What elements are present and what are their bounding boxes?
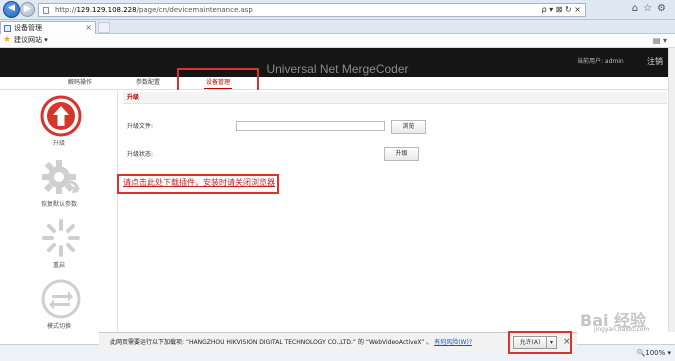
gear-reset-icon [42, 160, 80, 194]
upgrade-arrow-icon [40, 95, 82, 137]
page-menu-button[interactable]: ▤ ▾ [653, 34, 667, 47]
tab-close-icon[interactable]: × [85, 22, 92, 33]
upgrade-button[interactable]: 升级 [384, 147, 419, 161]
restart-spinner-icon [42, 219, 80, 257]
sidebar-item-label: 重启 [52, 262, 65, 269]
sidebar-item-mode-switch[interactable]: 模式切换 [0, 278, 118, 338]
menu-decode-operation[interactable]: 解码操作 [68, 77, 92, 89]
url-text: http://129.129.108.228/page/cn/devicemai… [55, 6, 253, 14]
logout-link[interactable]: 注销 [647, 57, 663, 67]
tab-device-management[interactable]: 设备管理 × [0, 21, 96, 34]
highlight-box-allow [508, 331, 572, 354]
favorites-star-icon[interactable]: ★ [3, 34, 11, 47]
url-field[interactable]: http://129.129.108.228/page/cn/devicemai… [38, 3, 586, 17]
upgrade-file-label: 升级文件: [127, 123, 154, 130]
page-scrollbar[interactable] [668, 48, 675, 332]
sidebar-item-label: 升级 [52, 140, 65, 147]
back-button[interactable]: ◀ [3, 1, 20, 18]
watermark-sub: jingyan.baidu.com [594, 326, 650, 333]
highlight-box-download [117, 174, 279, 194]
menu-parameter-config[interactable]: 参数配置 [136, 77, 160, 89]
sidebar-item-upgrade[interactable]: 升级 [0, 95, 118, 155]
top-menu: 解码操作 参数配置 设备管理 [0, 77, 675, 90]
main-content: 升级 升级文件: 浏览 升级状态: 升级 请点击此处下载插件，安装时请关闭浏览器 [119, 90, 668, 332]
upgrade-file-input[interactable] [236, 121, 385, 131]
browse-button[interactable]: 浏览 [391, 120, 426, 134]
mode-switch-icon [41, 279, 81, 319]
browser-address-bar: ◀ ▶ http://129.129.108.228/page/cn/devic… [0, 0, 675, 20]
sidebar: 升级 恢复默认参数 重启 模式切换 [0, 90, 118, 332]
sidebar-item-restore-defaults[interactable]: 恢复默认参数 [0, 156, 118, 216]
sidebar-item-restart[interactable]: 重启 [0, 217, 118, 277]
suggested-sites-link[interactable]: 建议网站 ▾ [14, 34, 48, 47]
notification-message: 此网页需要运行以下加载项: “HANGZHOU HIKVISION DIGITA… [110, 339, 473, 346]
sidebar-item-label: 模式切换 [46, 323, 71, 330]
url-tools[interactable]: ρ ▾ ⊠ ↻ × [542, 4, 581, 16]
app-header: Universal Net MergeCoder 当前用户: admin 注销 [0, 48, 675, 77]
watermark-logo: Bai 经验 jingyan.baidu.com [580, 307, 650, 333]
brand-title: Universal Net MergeCoder [266, 62, 409, 76]
tab-favicon-icon [4, 25, 11, 32]
tab-title: 设备管理 [14, 24, 42, 32]
addon-notification-bar: 此网页需要运行以下加载项: “HANGZHOU HIKVISION DIGITA… [99, 332, 577, 352]
zoom-level[interactable]: 🔍100% ▾ [637, 345, 671, 361]
section-title: 升级 [123, 92, 667, 104]
tab-bar: 设备管理 × [0, 20, 675, 34]
risk-link[interactable]: 有何风险(W)? [434, 339, 472, 346]
current-user: 当前用户: admin [577, 58, 624, 65]
favorites-bar: ★ 建议网站 ▾ ▤ ▾ [0, 34, 675, 48]
page-icon [43, 7, 49, 14]
browser-toolbar-icons[interactable]: ⌂☆⚙ [632, 3, 671, 14]
upgrade-status-label: 升级状态: [127, 151, 154, 158]
new-tab-button[interactable] [98, 22, 110, 33]
sidebar-item-label: 恢复默认参数 [40, 201, 77, 208]
forward-button[interactable]: ▶ [20, 2, 35, 17]
